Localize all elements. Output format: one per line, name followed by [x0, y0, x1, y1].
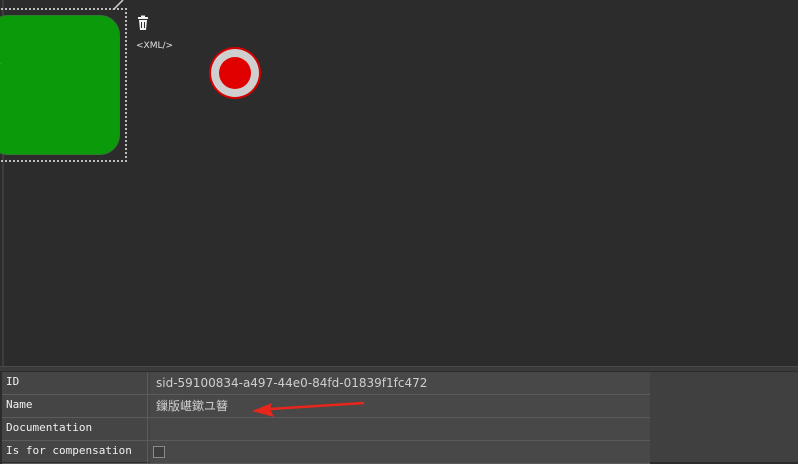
properties-side-area	[650, 372, 798, 462]
property-label: Name	[2, 395, 148, 417]
property-row-compensation: Is for compensation	[2, 441, 650, 464]
compensation-checkbox[interactable]	[153, 446, 165, 458]
id-field[interactable]: sid-59100834-a497-44e0-84fd-01839f1fc472	[150, 372, 650, 394]
end-event-core	[219, 57, 251, 89]
property-label: ID	[2, 372, 148, 394]
xml-link[interactable]: <XML/>	[136, 41, 173, 51]
resize-handle-icon[interactable]	[111, 0, 127, 10]
documentation-field[interactable]	[150, 418, 650, 440]
property-label: Is for compensation	[2, 441, 148, 463]
diagram-canvas[interactable]: T <XML/>	[0, 0, 798, 366]
trash-icon[interactable]	[135, 15, 151, 31]
property-row-id: ID sid-59100834-a497-44e0-84fd-01839f1fc…	[2, 372, 650, 395]
property-label: Documentation	[2, 418, 148, 440]
compensation-field	[150, 441, 650, 463]
panel-divider[interactable]	[0, 366, 798, 371]
end-event-icon[interactable]	[209, 47, 261, 99]
annotation-arrow-icon	[248, 398, 366, 422]
name-field[interactable]: 鏁版嵁鏉ユ簮	[150, 395, 650, 417]
selection-outline	[0, 8, 127, 162]
